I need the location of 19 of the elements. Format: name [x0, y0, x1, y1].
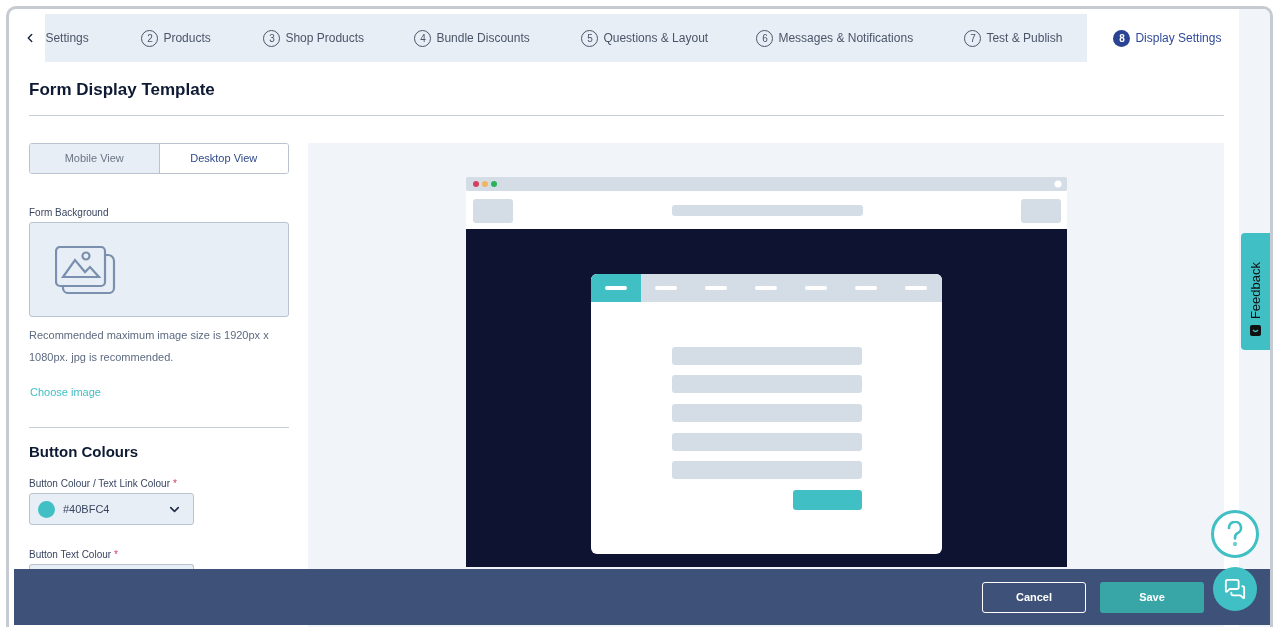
field-label: Button Colour / Text Link Colour * — [29, 477, 178, 491]
feedback-tab[interactable]: Feedback — [1241, 233, 1270, 350]
field-label: Form Background — [29, 206, 110, 220]
section-heading: Button Colours — [29, 441, 140, 462]
step-tab[interactable]: 3 Shop Products — [263, 14, 415, 62]
step-tab[interactable]: 7 Test & Publish — [964, 14, 1088, 62]
field-label: Button Text Colour * — [29, 548, 119, 562]
hint-text: Recommended maximum image size is 1920px x 1080px. jpg is recommended. — [29, 328, 270, 365]
cancel-button[interactable]: Cancel — [982, 581, 1086, 613]
step-tab[interactable]: 6 Messages & Notifications — [756, 14, 965, 62]
step-tab[interactable]: 5 Questions & Layout — [581, 14, 757, 62]
colour-value: #40BFC4 — [63, 501, 111, 517]
step-tab[interactable]: Settings — [45, 14, 142, 62]
view-toggle[interactable]: Desktop View — [158, 144, 288, 173]
colour-select[interactable]: #40BFC4 — [29, 493, 194, 525]
step-tab[interactable]: 2 Products — [141, 14, 264, 62]
view-toggle[interactable]: Mobile View — [30, 144, 159, 173]
step-tab[interactable]: 4 Bundle Discounts — [414, 14, 582, 62]
page-title: Form Display Template — [29, 79, 216, 101]
